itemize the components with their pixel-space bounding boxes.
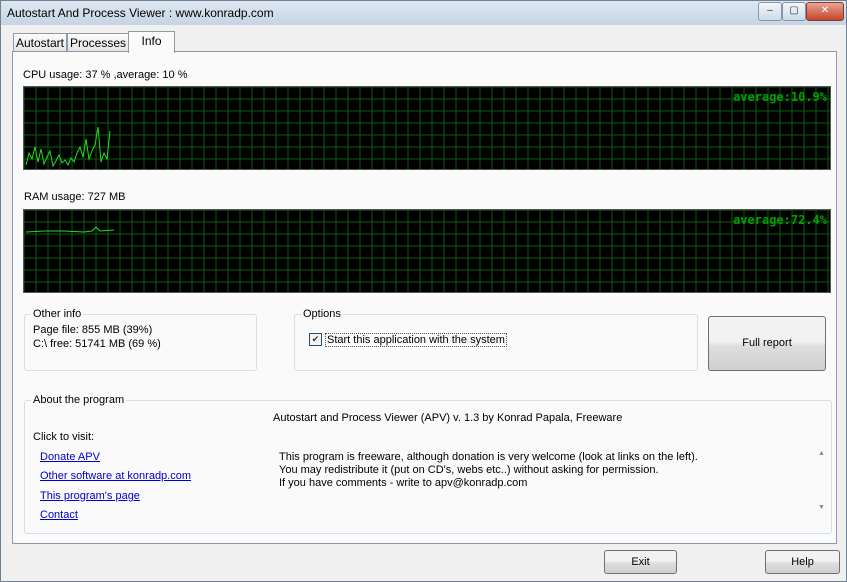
about-group: About the program Autostart and Process …: [24, 394, 832, 534]
maximize-button[interactable]: ▢: [782, 2, 806, 21]
tab-autostart[interactable]: Autostart: [13, 33, 67, 52]
about-title: About the program: [31, 394, 127, 406]
exit-button[interactable]: Exit: [604, 550, 677, 574]
other-info-group: Other info Page file: 855 MB (39%) C:\ f…: [24, 308, 257, 371]
ram-usage-trace: [25, 226, 115, 233]
start-with-system-label[interactable]: Start this application with the system: [325, 333, 507, 347]
close-button[interactable]: ✕: [806, 2, 844, 21]
window-title: Autostart And Process Viewer : www.konra…: [7, 6, 274, 20]
ram-usage-label: RAM usage: 727 MB: [24, 191, 126, 203]
start-with-system-checkbox[interactable]: ✔: [309, 333, 322, 346]
about-text-area[interactable]: This program is freeware, although donat…: [277, 447, 829, 515]
minimize-button[interactable]: ‒: [758, 2, 782, 21]
click-to-visit-label: Click to visit:: [33, 431, 95, 443]
cpu-usage-label: CPU usage: 37 % ,average: 10 %: [23, 69, 188, 81]
donate-link[interactable]: Donate APV: [40, 451, 100, 463]
title-bar[interactable]: Autostart And Process Viewer : www.konra…: [1, 1, 846, 25]
cpu-graph: average:10.9%: [23, 86, 831, 170]
page-file-text: Page file: 855 MB (39%): [33, 324, 153, 336]
tab-info[interactable]: Info: [128, 31, 175, 53]
scroll-down-icon[interactable]: ▼: [814, 501, 829, 515]
options-title: Options: [301, 308, 343, 320]
help-button[interactable]: Help: [765, 550, 840, 574]
about-text-line-1: This program is freeware, although donat…: [279, 451, 698, 463]
about-scrollbar[interactable]: ▲ ▼: [814, 447, 829, 515]
options-group: Options ✔ Start this application with th…: [294, 308, 698, 371]
tab-processes[interactable]: Processes: [67, 33, 129, 52]
disk-free-text: C:\ free: 51741 MB (69 %): [33, 338, 161, 350]
about-text-line-3: If you have comments - write to apv@konr…: [279, 477, 528, 489]
about-text-line-2: You may redistribute it (put on CD's, we…: [279, 464, 659, 476]
full-report-button[interactable]: Full report: [708, 316, 826, 371]
contact-link[interactable]: Contact: [40, 509, 78, 521]
ram-average-label: average:72.4%: [733, 213, 827, 227]
about-heading: Autostart and Process Viewer (APV) v. 1.…: [273, 412, 623, 424]
ram-graph: average:72.4%: [23, 209, 831, 293]
app-window: Autostart And Process Viewer : www.konra…: [0, 0, 847, 582]
scroll-up-icon[interactable]: ▲: [814, 447, 829, 461]
other-software-link[interactable]: Other software at konradp.com: [40, 470, 191, 482]
info-panel: CPU usage: 37 % ,average: 10 % average:1…: [12, 51, 837, 544]
cpu-average-label: average:10.9%: [733, 90, 827, 104]
program-page-link[interactable]: This program's page: [40, 490, 140, 502]
other-info-title: Other info: [31, 308, 84, 320]
